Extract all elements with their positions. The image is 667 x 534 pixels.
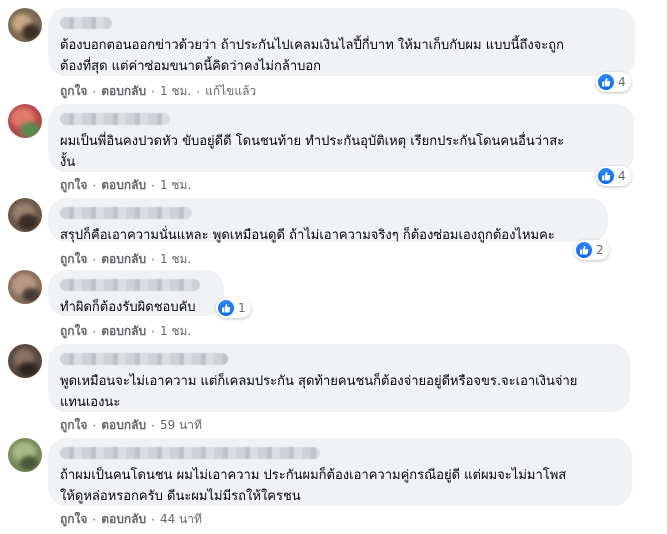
separator: ·	[151, 418, 155, 433]
edited-label[interactable]: แก้ไขแล้ว	[205, 82, 256, 101]
reaction-badge[interactable]: 4	[596, 166, 631, 186]
comment-bubble: ทำผิดก็ต้องรับผิดชอบคับ	[48, 270, 224, 316]
comment-bubble: ถ้าผมเป็นคนโดนชน ผมไม่เอาความ ประกันผมก็…	[48, 438, 632, 506]
timestamp[interactable]: 1 ชม.	[160, 250, 191, 269]
reaction-count: 4	[618, 75, 626, 89]
timestamp[interactable]: 1 ชม.	[160, 322, 191, 341]
like-link[interactable]: ถูกใจ	[60, 176, 87, 195]
like-thumb-icon	[218, 300, 234, 316]
avatar[interactable]	[8, 270, 42, 304]
author-name-blurred[interactable]	[60, 113, 170, 125]
timestamp[interactable]: 59 นาที	[160, 416, 202, 435]
author-name-blurred[interactable]	[60, 17, 112, 29]
like-thumb-icon	[598, 74, 614, 90]
author-name-blurred[interactable]	[60, 279, 200, 291]
reply-link[interactable]: ตอบกลับ	[101, 250, 146, 269]
reply-link[interactable]: ตอบกลับ	[101, 322, 146, 341]
avatar[interactable]	[8, 438, 42, 472]
comment-text: สรุปก็คือเอาความนั่นแหละ พูดเหมือนดูดี ถ…	[60, 228, 555, 243]
like-link[interactable]: ถูกใจ	[60, 82, 87, 101]
like-link[interactable]: ถูกใจ	[60, 416, 87, 435]
comment-text: พูดเหมือนจะไม่เอาความ แต่ก็เคลมประกัน สุ…	[60, 374, 578, 410]
comment-text: ต้องบอกตอนออกข่าวด้วยว่า ถ้าประกันไปเคลม…	[60, 38, 565, 74]
like-link[interactable]: ถูกใจ	[60, 510, 87, 529]
comment-bubble: สรุปก็คือเอาความนั่นแหละ พูดเหมือนดูดี ถ…	[48, 198, 608, 243]
reply-link[interactable]: ตอบกลับ	[101, 176, 146, 195]
separator: ·	[151, 512, 155, 527]
timestamp[interactable]: 1 ชม.	[160, 176, 191, 195]
reaction-count: 4	[618, 169, 626, 183]
like-thumb-icon	[598, 168, 614, 184]
separator: ·	[196, 84, 201, 99]
author-name-blurred[interactable]	[60, 207, 192, 219]
separator: ·	[151, 324, 155, 339]
avatar[interactable]	[8, 8, 42, 42]
comment-bubble: ผมเป็นพี่อินคงปวดหัว ขับอยู่ดีดี โดนชนท้…	[48, 104, 634, 172]
comment-bubble: พูดเหมือนจะไม่เอาความ แต่ก็เคลมประกัน สุ…	[48, 344, 630, 412]
reaction-count: 1	[238, 301, 246, 315]
separator: ·	[151, 178, 155, 193]
avatar[interactable]	[8, 104, 42, 138]
comment-actions: ถูกใจ · ตอบกลับ · 1 ชม. · แก้ไขแล้ว	[60, 82, 256, 101]
timestamp[interactable]: 44 นาที	[160, 510, 202, 529]
separator: ·	[92, 512, 97, 527]
reaction-badge[interactable]: 2	[574, 240, 609, 260]
comment-bubble: ต้องบอกตอนออกข่าวด้วยว่า ถ้าประกันไปเคลม…	[48, 8, 635, 76]
comment-actions: ถูกใจ · ตอบกลับ · 59 นาที	[60, 416, 202, 435]
reply-link[interactable]: ตอบกลับ	[101, 416, 146, 435]
separator: ·	[92, 178, 97, 193]
like-thumb-icon	[576, 242, 592, 258]
separator: ·	[151, 252, 155, 267]
like-link[interactable]: ถูกใจ	[60, 322, 87, 341]
reply-link[interactable]: ตอบกลับ	[101, 82, 146, 101]
comment-actions: ถูกใจ · ตอบกลับ · 44 นาที	[60, 510, 202, 529]
author-name-blurred[interactable]	[60, 447, 320, 459]
avatar[interactable]	[8, 344, 42, 378]
comment-actions: ถูกใจ · ตอบกลับ · 1 ชม.	[60, 176, 191, 195]
timestamp[interactable]: 1 ชม.	[160, 82, 191, 101]
separator: ·	[92, 324, 97, 339]
reply-link[interactable]: ตอบกลับ	[101, 510, 146, 529]
separator: ·	[92, 418, 97, 433]
comment-text: ทำผิดก็ต้องรับผิดชอบคับ	[60, 300, 196, 315]
like-link[interactable]: ถูกใจ	[60, 250, 87, 269]
comment-actions: ถูกใจ · ตอบกลับ · 1 ชม.	[60, 322, 191, 341]
separator: ·	[151, 84, 155, 99]
reaction-badge[interactable]: 1	[216, 298, 251, 318]
reaction-badge[interactable]: 4	[596, 72, 631, 92]
author-name-blurred[interactable]	[60, 353, 228, 365]
separator: ·	[92, 252, 97, 267]
comment-actions: ถูกใจ · ตอบกลับ · 1 ชม.	[60, 250, 191, 269]
comment-text: ผมเป็นพี่อินคงปวดหัว ขับอยู่ดีดี โดนชนท้…	[60, 134, 565, 170]
avatar[interactable]	[8, 198, 42, 232]
separator: ·	[92, 84, 97, 99]
reaction-count: 2	[596, 243, 604, 257]
comment-text: ถ้าผมเป็นคนโดนชน ผมไม่เอาความ ประกันผมก็…	[60, 468, 567, 504]
